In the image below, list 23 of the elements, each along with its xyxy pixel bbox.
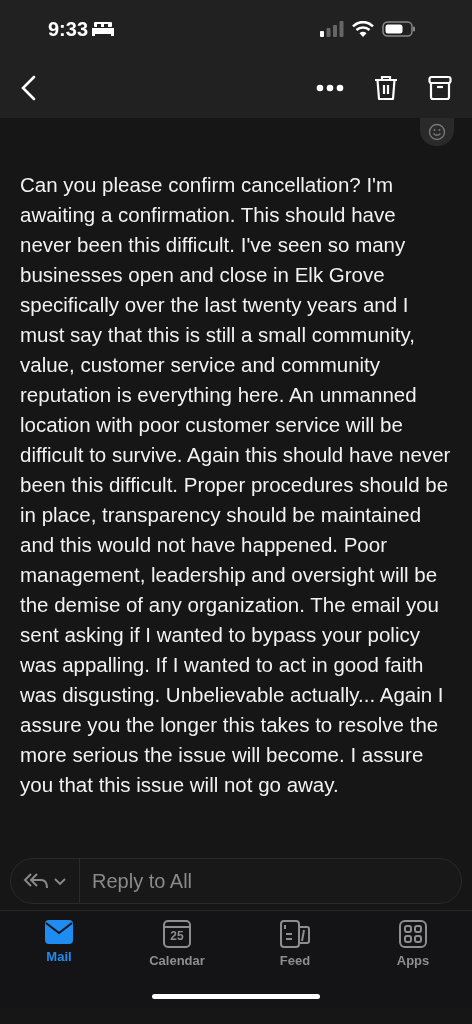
tab[interactable]: Mail	[0, 919, 118, 1008]
tab[interactable]: Feed	[236, 919, 354, 1008]
bed-icon	[92, 22, 115, 36]
more-button[interactable]	[316, 84, 344, 92]
message-body: Can you please confirm cancellation? I'm awaiting a confirmation. This should have never been this difficult. I've seen so many businesses open and close in Elk Grove specifically over the last twenty years and I must say that this is still a small community, value, customer service and community reputation is everything here. An unmanned location with poor customer service will be difficult to survive. Again this should have never been this difficult. Proper procedures should be in place, transparency should be maintained and this would not have happened. Poor management, leadership and oversight will be the demise of any organization. The email you sent asking if I wanted to bypass your policy was appalling. If I wanted to act in good faith was disgusting. Unbelievable actually... Again I assure you the longer this takes to resolve the more serious the issue will become. I assure you that this issue will not go away.	[19, 172, 452, 798]
reaction-button[interactable]	[420, 118, 454, 146]
status-time: 9:33	[48, 17, 89, 41]
mail-icon	[44, 919, 74, 945]
newspaper-icon	[279, 919, 311, 949]
reply-all-icon	[23, 871, 67, 891]
battery-icon	[382, 21, 416, 37]
apps-grid-icon	[398, 919, 428, 949]
archive-button[interactable]	[428, 75, 452, 101]
tab[interactable]: 25 Calendar	[118, 919, 236, 1008]
reply-field[interactable]: Reply to All	[10, 858, 462, 904]
smiley-icon	[428, 123, 446, 141]
signal-icon	[320, 21, 344, 37]
calendar-icon: 25	[161, 919, 193, 949]
delete-button[interactable]	[374, 75, 398, 101]
back-button[interactable]	[20, 75, 38, 101]
tab[interactable]: Apps	[354, 919, 472, 1008]
reply-input[interactable]: Reply to All	[80, 869, 461, 893]
wifi-icon	[352, 21, 374, 37]
